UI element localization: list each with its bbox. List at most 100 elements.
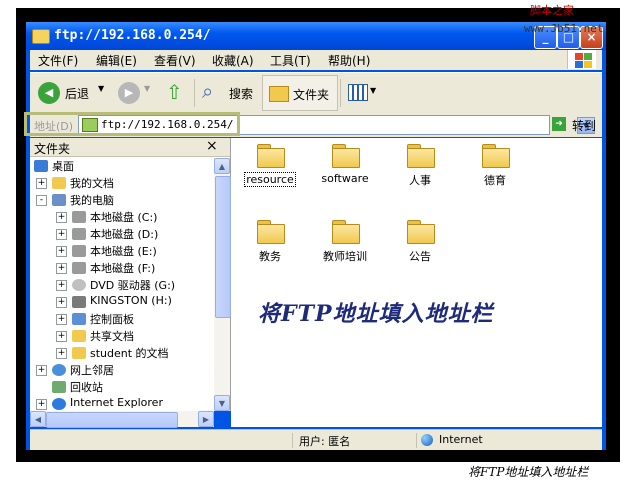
tree-item-label: 网上邻居	[70, 364, 114, 377]
folder-item[interactable]: 教务	[235, 220, 305, 264]
folders-button[interactable]: 文件夹	[262, 75, 338, 111]
drive-icon	[72, 262, 86, 274]
folder-name: 德育	[484, 174, 506, 187]
go-label: 转到	[572, 119, 597, 133]
back-arrow-icon[interactable]: ◀	[38, 82, 60, 104]
folder-icon	[257, 220, 285, 244]
tree-item-label: 共享文档	[90, 330, 134, 343]
folder-icon	[407, 144, 435, 168]
back-button-label[interactable]: 后退	[65, 85, 89, 102]
h-scroll-thumb[interactable]	[46, 412, 178, 428]
folder-name: software	[321, 172, 369, 185]
file-list-view: resource software 人事 德育教务 教师培训 公告	[231, 138, 602, 427]
watermark-url: www.Jb51.net	[524, 22, 604, 35]
expand-icon[interactable]: +	[56, 297, 67, 308]
tree-item-label: student 的文档	[90, 347, 169, 360]
dvd-icon	[72, 279, 86, 291]
expand-icon[interactable]: +	[56, 348, 67, 359]
scroll-up-icon[interactable]: ▲	[214, 158, 230, 174]
folder-name: 公告	[409, 250, 431, 263]
scroll-thumb[interactable]	[215, 176, 231, 318]
forward-dropdown-icon[interactable]: ▼	[144, 84, 150, 93]
folder-pane-title: 文件夹	[34, 142, 71, 156]
menu-help[interactable]: 帮助(H)	[328, 52, 370, 69]
folder-name: 教务	[259, 250, 281, 263]
status-user: 用户: 匿名	[299, 435, 351, 448]
expand-icon[interactable]: +	[56, 331, 67, 342]
tree-item-label: Internet Explorer	[70, 396, 163, 409]
tree-item-label: 本地磁盘 (D:)	[90, 228, 159, 241]
collapse-icon[interactable]: -	[36, 195, 47, 206]
control-panel-icon	[72, 313, 86, 325]
status-bar: 用户: 匿名 Internet	[30, 429, 602, 450]
tree-vertical-scrollbar[interactable]: ▲ ▼	[214, 158, 231, 411]
drive-icon	[72, 245, 86, 257]
menu-favorites[interactable]: 收藏(A)	[212, 52, 254, 69]
scroll-left-icon[interactable]: ◀	[30, 411, 46, 427]
folder-tree-pane: 文件夹 × 桌面 + 我的文档 - 我的电脑 + 本地磁盘 (C:) + 本地磁盘 (D:) + 本…	[30, 138, 231, 411]
drive-icon	[72, 228, 86, 240]
views-icon[interactable]	[348, 84, 368, 101]
views-dropdown-icon[interactable]: ▼	[370, 86, 376, 95]
recycle-bin-icon	[52, 381, 66, 393]
expand-icon[interactable]: +	[56, 229, 67, 240]
expand-icon[interactable]: +	[36, 399, 47, 410]
tree-item-label: KINGSTON (H:)	[90, 294, 172, 307]
back-dropdown-icon[interactable]: ▼	[98, 84, 104, 93]
address-highlight-box	[24, 112, 240, 136]
folder-item[interactable]: 公告	[385, 220, 455, 264]
tree-item-label: 本地磁盘 (F:)	[90, 262, 156, 275]
computer-icon	[52, 194, 66, 206]
menu-tools[interactable]: 工具(T)	[270, 52, 311, 69]
expand-icon[interactable]: +	[36, 365, 47, 376]
folder-item[interactable]: 教师培训	[310, 220, 380, 264]
drive-icon	[72, 211, 86, 223]
folder-item[interactable]: software	[310, 144, 380, 185]
folder-icon	[32, 29, 50, 44]
folder-icon	[482, 144, 510, 168]
expand-icon[interactable]: +	[56, 314, 67, 325]
tree-item-label: 桌面	[52, 160, 74, 173]
search-button-label[interactable]: 搜索	[229, 85, 253, 102]
folder-icon	[257, 144, 285, 168]
desktop-icon	[34, 160, 48, 172]
folder-item[interactable]: 德育	[460, 144, 530, 188]
folders-icon	[269, 86, 289, 102]
folder-name: 人事	[409, 174, 431, 187]
search-icon[interactable]: ⌕	[202, 79, 213, 103]
scroll-down-icon[interactable]: ▼	[214, 395, 230, 411]
folders-button-label: 文件夹	[293, 88, 330, 102]
documents-icon	[52, 177, 66, 189]
folder-pane-header: 文件夹 ×	[30, 138, 230, 157]
go-arrow-icon: ➜	[552, 117, 566, 131]
folder-item[interactable]: resource	[235, 144, 305, 187]
tree-item-label: 我的电脑	[70, 194, 114, 207]
forward-arrow-icon[interactable]: ▶	[118, 82, 140, 104]
menu-file[interactable]: 文件(F)	[38, 52, 78, 69]
scroll-right-icon[interactable]: ▶	[198, 411, 214, 427]
folder-pane-close-icon[interactable]: ×	[206, 138, 218, 154]
windows-logo-icon	[567, 50, 596, 69]
folder-icon	[332, 144, 360, 168]
folder-icon	[72, 330, 86, 342]
toolbar-separator	[194, 79, 195, 107]
up-folder-icon[interactable]: ⇧	[166, 80, 183, 104]
tree-horizontal-scrollbar[interactable]: ◀ ▶	[30, 411, 214, 428]
folder-item[interactable]: 人事	[385, 144, 455, 188]
usb-drive-icon	[72, 296, 86, 308]
menu-view[interactable]: 查看(V)	[154, 52, 196, 69]
expand-icon[interactable]: +	[36, 178, 47, 189]
expand-icon[interactable]: +	[56, 263, 67, 274]
menu-edit[interactable]: 编辑(E)	[96, 52, 137, 69]
status-user-segment: 用户: 匿名	[292, 433, 413, 448]
expand-icon[interactable]: +	[56, 212, 67, 223]
title-bar[interactable]: ftp://192.168.0.254/ _ □ ×	[26, 22, 606, 50]
tree-item-label: 控制面板	[90, 313, 134, 326]
menu-bar: 文件(F) 编辑(E) 查看(V) 收藏(A) 工具(T) 帮助(H)	[30, 50, 602, 70]
expand-icon[interactable]: +	[56, 280, 67, 291]
expand-icon[interactable]: +	[56, 246, 67, 257]
standard-toolbar: ◀ 后退 ▼ ▶ ▼ ⇧ ⌕ 搜索 文件夹 ▼	[30, 72, 602, 114]
folder-icon	[332, 220, 360, 244]
network-icon	[52, 364, 66, 376]
status-zone: Internet	[439, 433, 483, 446]
